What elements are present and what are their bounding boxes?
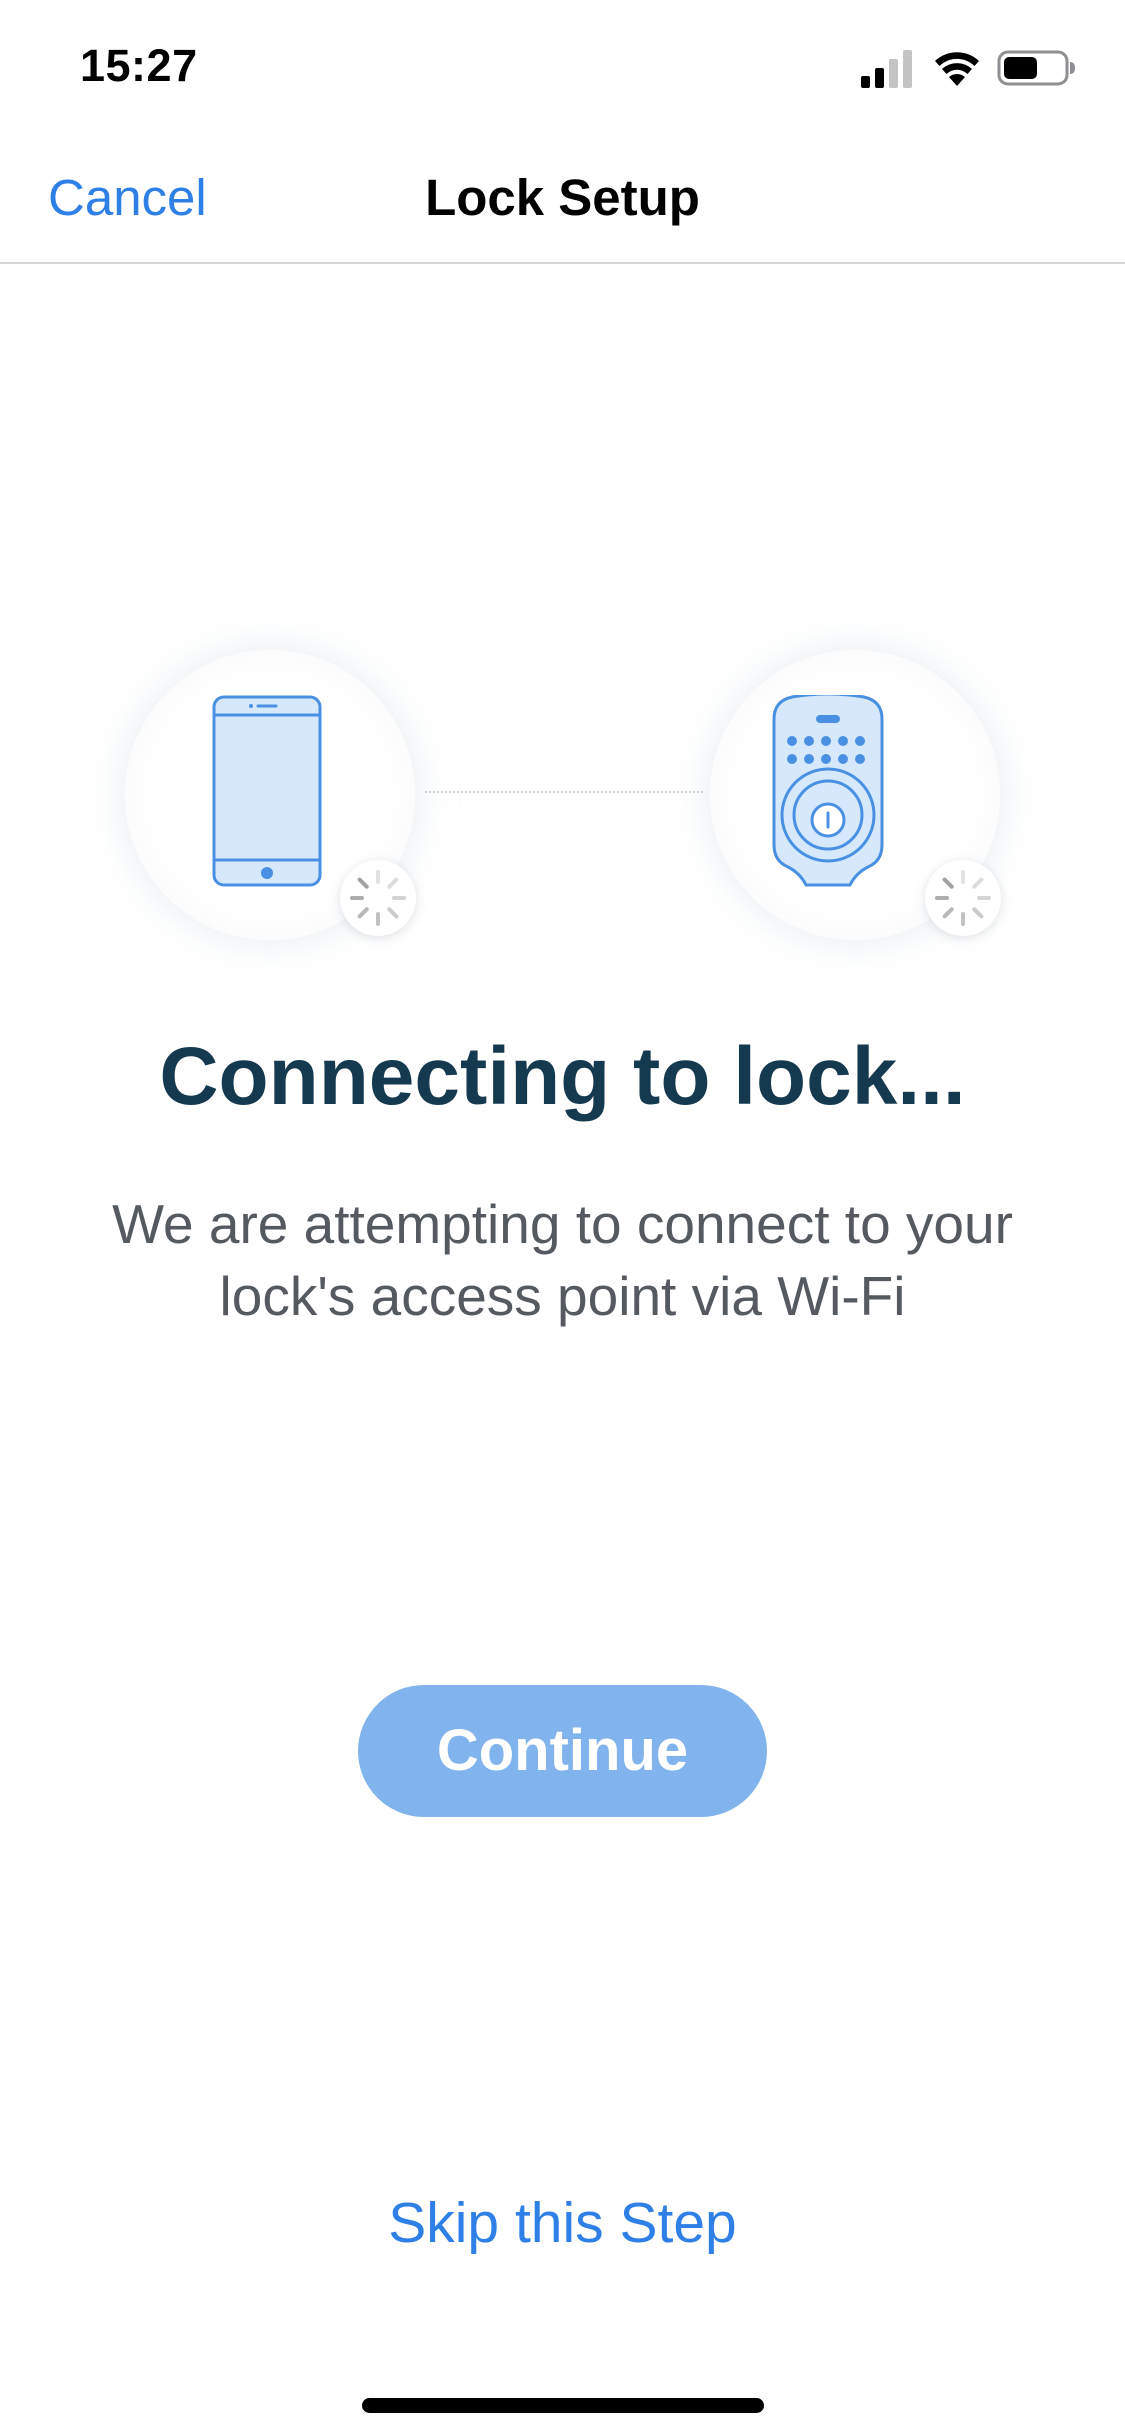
page-title: Lock Setup <box>425 169 700 226</box>
smart-lock-icon <box>772 695 884 887</box>
continue-button[interactable]: Continue <box>358 1685 767 1817</box>
status-icons <box>861 48 1081 92</box>
spinner-icon <box>935 870 991 926</box>
nav-bar: Cancel Lock Setup <box>0 132 1125 264</box>
home-indicator <box>362 2398 764 2413</box>
lock-loading-spinner <box>925 860 1001 936</box>
status-heading: Connecting to lock... <box>159 1031 966 1122</box>
cellular-signal-icon <box>861 50 912 88</box>
connection-line <box>425 791 703 793</box>
phone-loading-spinner <box>340 860 416 936</box>
battery-icon <box>997 50 1075 86</box>
spinner-icon <box>350 870 406 926</box>
skip-step-link[interactable]: Skip this Step <box>0 2190 1125 2256</box>
status-time: 15:27 <box>80 40 198 91</box>
connection-illustration <box>0 620 1125 960</box>
phone-icon <box>212 695 322 887</box>
wifi-icon <box>935 52 979 86</box>
status-description: We are attempting to connect to your loc… <box>112 1193 1013 1327</box>
status-bar: 15:27 <box>0 0 1125 132</box>
